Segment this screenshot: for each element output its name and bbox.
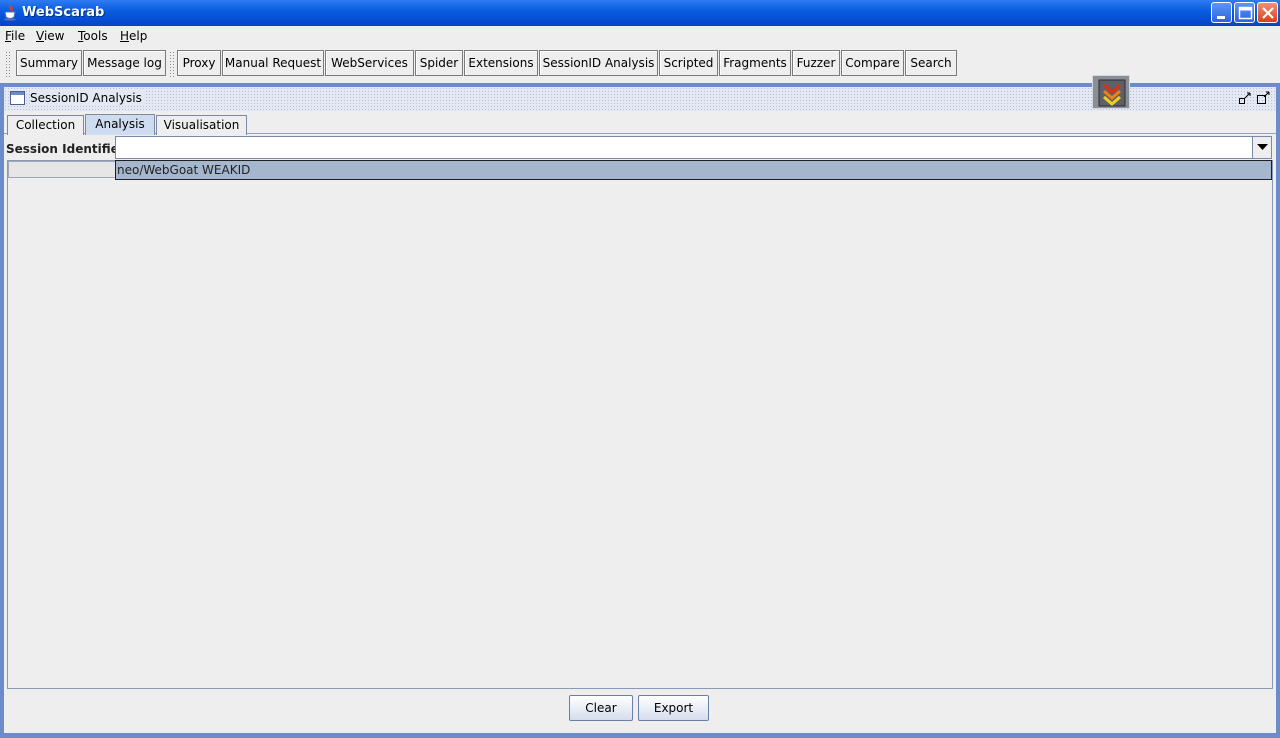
close-button[interactable]	[1257, 2, 1278, 23]
internal-frame-titlebar[interactable]: SessionID Analysis	[4, 75, 1276, 111]
internal-frame-body: SessionID Analysis Collection Analysis V…	[3, 75, 1277, 734]
toolbar-grip-2[interactable]	[169, 51, 175, 79]
maximize-frame-icon[interactable]	[1256, 91, 1270, 105]
export-button[interactable]: Export	[638, 695, 709, 721]
java-coffee-icon	[4, 4, 16, 21]
analysis-tabs: Collection Analysis Visualisation	[4, 112, 1276, 135]
session-table-panel	[7, 160, 1273, 689]
iconify-icon[interactable]	[1238, 91, 1252, 105]
internal-frame: SessionID Analysis Collection Analysis V…	[0, 75, 1280, 738]
window-titlebar: WebScarab	[0, 0, 1280, 26]
frame-window-icon	[10, 91, 25, 105]
plugin-toolbar: Summary Message log Proxy Manual Request…	[0, 47, 1280, 83]
menu-view[interactable]: View	[36, 29, 64, 43]
minimize-button[interactable]	[1211, 2, 1232, 23]
maximize-button[interactable]	[1234, 2, 1255, 23]
menu-tools[interactable]: Tools	[78, 29, 108, 43]
chevron-down-icon	[1257, 144, 1268, 150]
message-log-button[interactable]: Message log	[83, 50, 166, 76]
summary-button[interactable]: Summary	[16, 50, 82, 76]
table-header	[8, 161, 116, 178]
tab-visualisation[interactable]: Visualisation	[156, 115, 247, 135]
clear-button[interactable]: Clear	[569, 695, 633, 721]
minimize-icon	[1217, 16, 1225, 19]
maximize-icon	[1238, 6, 1253, 20]
toolbar-grip[interactable]	[5, 51, 11, 79]
scripted-button[interactable]: Scripted	[659, 50, 718, 76]
menu-help[interactable]: Help	[120, 29, 147, 43]
drag-drop-indicator-icon	[1092, 75, 1130, 109]
menu-file[interactable]: File	[5, 29, 25, 43]
window-title: WebScarab	[22, 5, 105, 20]
combobox-dropdown-button[interactable]	[1252, 137, 1271, 158]
webservices-button[interactable]: WebServices	[325, 50, 414, 76]
frame-title: SessionID Analysis	[30, 91, 146, 105]
extensions-button[interactable]: Extensions	[464, 50, 538, 76]
sessionid-analysis-button[interactable]: SessionID Analysis	[539, 50, 658, 76]
compare-button[interactable]: Compare	[841, 50, 904, 76]
fuzzer-button[interactable]: Fuzzer	[792, 50, 840, 76]
close-icon	[1262, 7, 1274, 19]
session-identifier-combobox[interactable]	[115, 136, 1272, 159]
search-button[interactable]: Search	[905, 50, 957, 76]
proxy-button[interactable]: Proxy	[177, 50, 221, 76]
fragments-button[interactable]: Fragments	[719, 50, 791, 76]
menu-bar: File View Tools Help	[0, 26, 1280, 47]
manual-request-button[interactable]: Manual Request	[222, 50, 324, 76]
tab-analysis[interactable]: Analysis	[85, 114, 155, 135]
spider-button[interactable]: Spider	[415, 50, 463, 76]
dropdown-option[interactable]: neo/WebGoat WEAKID	[117, 163, 250, 177]
tab-collection[interactable]: Collection	[7, 115, 84, 135]
session-identifier-dropdown-list: neo/WebGoat WEAKID	[115, 160, 1272, 180]
